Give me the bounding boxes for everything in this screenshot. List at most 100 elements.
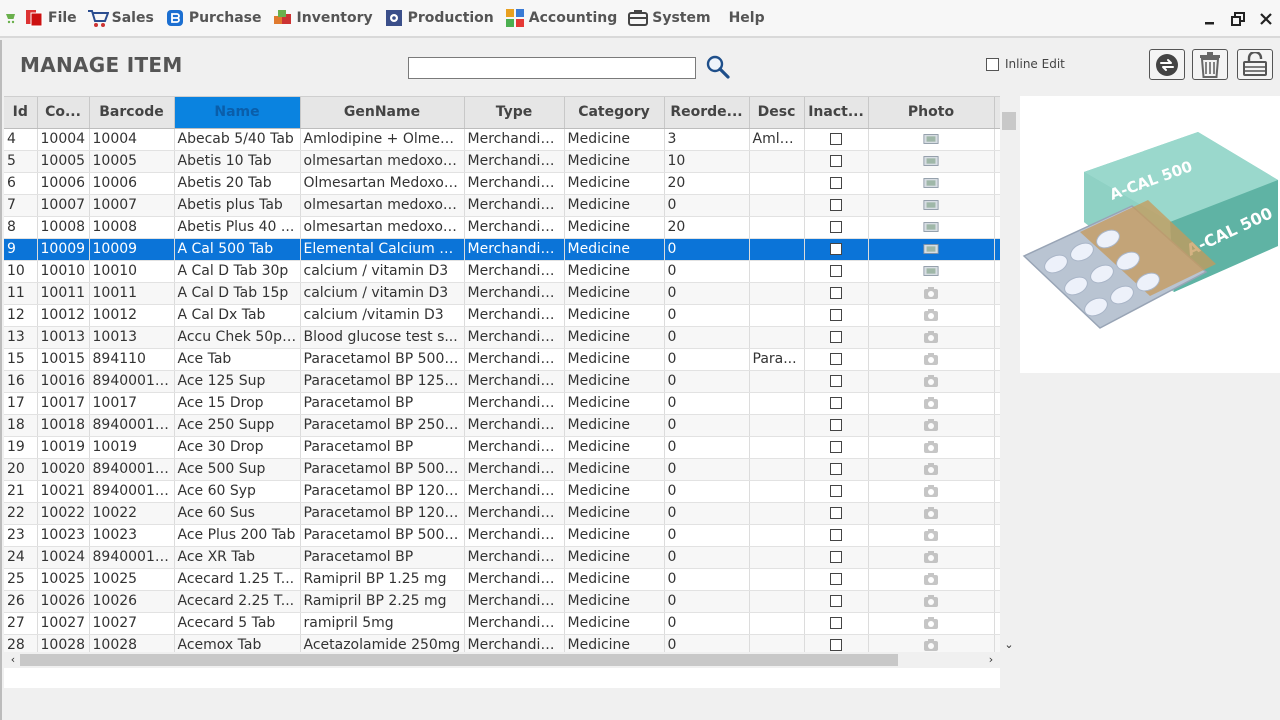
cart-icon <box>87 7 109 29</box>
table-row[interactable]: 7 10007 10007 Abetis plus Tab olmesartan med… <box>4 194 1000 217</box>
minimize-icon[interactable] <box>1196 5 1224 33</box>
table-row[interactable]: 26 10026 10026 Acecard 2.25 T... Ramipril BP… <box>4 590 1000 613</box>
table-row[interactable]: 16 10016 89400012... Ace 125 Sup Paracetamol… <box>4 370 1000 393</box>
menu-sales[interactable]: Sales <box>83 0 160 37</box>
column-header[interactable]: Co... <box>37 97 90 129</box>
inactive-checkbox[interactable] <box>830 133 842 145</box>
column-header[interactable]: Barcode <box>89 97 175 129</box>
cell-desc <box>749 392 805 415</box>
menu-production[interactable]: Production <box>379 0 500 37</box>
menu-grip-icon[interactable] <box>3 10 19 26</box>
search-icon[interactable] <box>705 54 731 80</box>
cell-cat: Medicine <box>564 304 665 327</box>
inactive-checkbox[interactable] <box>830 551 842 563</box>
inactive-checkbox[interactable] <box>830 441 842 453</box>
grid-horizontal-scrollbar[interactable]: ‹ › <box>4 652 1000 668</box>
scroll-down-icon[interactable]: ⌄ <box>1002 638 1016 652</box>
accounting-icon <box>504 7 526 29</box>
cell-gen: Paracetamol BP 120 ... <box>300 480 465 503</box>
scroll-left-icon[interactable]: ‹ <box>6 652 20 668</box>
cell-inactive <box>804 172 869 195</box>
inactive-checkbox[interactable] <box>830 221 842 233</box>
column-header[interactable]: Type <box>464 97 565 129</box>
table-row[interactable]: 22 10022 10022 Ace 60 Sus Paracetamol BP 120… <box>4 502 1000 525</box>
column-header[interactable]: Reorde... <box>664 97 750 129</box>
table-row[interactable]: 12 10012 10012 A Cal Dx Tab calcium /vitamin… <box>4 304 1000 327</box>
inactive-checkbox[interactable] <box>830 397 842 409</box>
table-row[interactable]: 9 10009 10009 A Cal 500 Tab Elemental Calciu… <box>4 238 1000 261</box>
menu-system[interactable]: System <box>623 0 716 37</box>
inactive-checkbox[interactable] <box>830 419 842 431</box>
inactive-checkbox[interactable] <box>830 155 842 167</box>
search-input[interactable] <box>408 57 696 79</box>
inactive-checkbox[interactable] <box>830 177 842 189</box>
inactive-checkbox[interactable] <box>830 265 842 277</box>
table-row[interactable]: 19 10019 10019 Ace 30 Drop Paracetamol BP Mer… <box>4 436 1000 459</box>
table-row[interactable]: 5 10005 10005 Abetis 10 Tab olmesartan medox… <box>4 150 1000 173</box>
table-row[interactable]: 21 10021 89400012... Ace 60 Syp Paracetamol … <box>4 480 1000 503</box>
inactive-checkbox[interactable] <box>830 331 842 343</box>
table-row[interactable]: 17 10017 10017 Ace 15 Drop Paracetamol BP Mer… <box>4 392 1000 415</box>
cell-desc <box>749 194 805 217</box>
inactive-checkbox[interactable] <box>830 529 842 541</box>
table-row[interactable]: 25 10025 10025 Acecard 1.25 T... Ramipril BP… <box>4 568 1000 591</box>
column-header[interactable]: GenName <box>300 97 465 129</box>
inactive-checkbox[interactable] <box>830 287 842 299</box>
cell-reorder: 0 <box>664 392 750 415</box>
table-row[interactable]: 13 10013 10013 Accu Chek 50p ... Blood gluco… <box>4 326 1000 349</box>
cell-photo <box>868 370 995 393</box>
close-icon[interactable] <box>1252 5 1280 33</box>
column-header[interactable]: Id <box>4 97 38 129</box>
table-row[interactable]: 11 10011 10011 A Cal D Tab 15p calcium / vit… <box>4 282 1000 305</box>
column-header[interactable]: Name <box>174 97 301 129</box>
table-row[interactable]: 18 10018 89400012... Ace 250 Supp Paracetamo… <box>4 414 1000 437</box>
inactive-checkbox[interactable] <box>830 375 842 387</box>
refresh-button[interactable] <box>1149 49 1185 80</box>
table-row[interactable]: 27 10027 10027 Acecard 5 Tab ramipril 5mg Mer… <box>4 612 1000 635</box>
table-row[interactable]: 6 10006 10006 Abetis 20 Tab Olmesartan Medox… <box>4 172 1000 195</box>
menu-help[interactable]: Help <box>717 0 771 37</box>
column-header[interactable]: Desc <box>749 97 805 129</box>
inactive-checkbox[interactable] <box>830 617 842 629</box>
horizontal-scroll-thumb[interactable] <box>20 654 898 666</box>
column-header[interactable]: Photo <box>868 97 995 129</box>
inline-edit-checkbox[interactable] <box>986 57 999 71</box>
cell-reorder: 0 <box>664 502 750 525</box>
restore-icon[interactable] <box>1224 5 1252 33</box>
scroll-right-icon[interactable]: › <box>984 652 998 668</box>
inline-edit-toggle[interactable]: Inline Edit <box>986 57 1065 71</box>
table-row[interactable]: 8 10008 10008 Abetis Plus 40 ... olmesartan … <box>4 216 1000 239</box>
inactive-checkbox[interactable] <box>830 309 842 321</box>
cell-cat: Medicine <box>564 326 665 349</box>
cell-cat: Medicine <box>564 282 665 305</box>
menu-purchase[interactable]: Purchase <box>160 0 268 37</box>
table-row[interactable]: 10 10010 10010 A Cal D Tab 30p calcium / vit… <box>4 260 1000 283</box>
grid-vertical-scrollbar[interactable]: ⌄ <box>1000 96 1018 652</box>
inactive-checkbox[interactable] <box>830 463 842 475</box>
vertical-scroll-thumb[interactable] <box>1002 112 1016 130</box>
inactive-checkbox[interactable] <box>830 199 842 211</box>
inactive-checkbox[interactable] <box>830 595 842 607</box>
cell-cat: Medicine <box>564 546 665 569</box>
inactive-checkbox[interactable] <box>830 639 842 651</box>
inactive-checkbox[interactable] <box>830 243 842 255</box>
column-header[interactable]: Category <box>564 97 665 129</box>
column-header[interactable]: Inact... <box>804 97 869 129</box>
table-row[interactable]: 24 10024 89400012... Ace XR Tab Paracetamol … <box>4 546 1000 569</box>
inactive-checkbox[interactable] <box>830 353 842 365</box>
inventory-icon <box>272 7 294 29</box>
production-icon <box>383 7 405 29</box>
menu-file[interactable]: File <box>19 0 83 37</box>
unlock-button[interactable] <box>1237 49 1273 80</box>
table-row[interactable]: 20 10020 89400012... Ace 500 Sup Paracetamol… <box>4 458 1000 481</box>
table-row[interactable]: 23 10023 10023 Ace Plus 200 Tab Paracetamol … <box>4 524 1000 547</box>
table-row[interactable]: 4 10004 10004 Abecab 5/40 Tab Amlodipine + O… <box>4 128 1000 151</box>
menu-accounting[interactable]: Accounting <box>500 0 623 37</box>
menu-inventory[interactable]: Inventory <box>268 0 379 37</box>
inactive-checkbox[interactable] <box>830 485 842 497</box>
table-row[interactable]: 15 10015 894110 Ace Tab Paracetamol BP 500 .… <box>4 348 1000 371</box>
inactive-checkbox[interactable] <box>830 573 842 585</box>
inactive-checkbox[interactable] <box>830 507 842 519</box>
cell-id: 21 <box>4 480 38 503</box>
delete-button[interactable] <box>1192 49 1228 80</box>
